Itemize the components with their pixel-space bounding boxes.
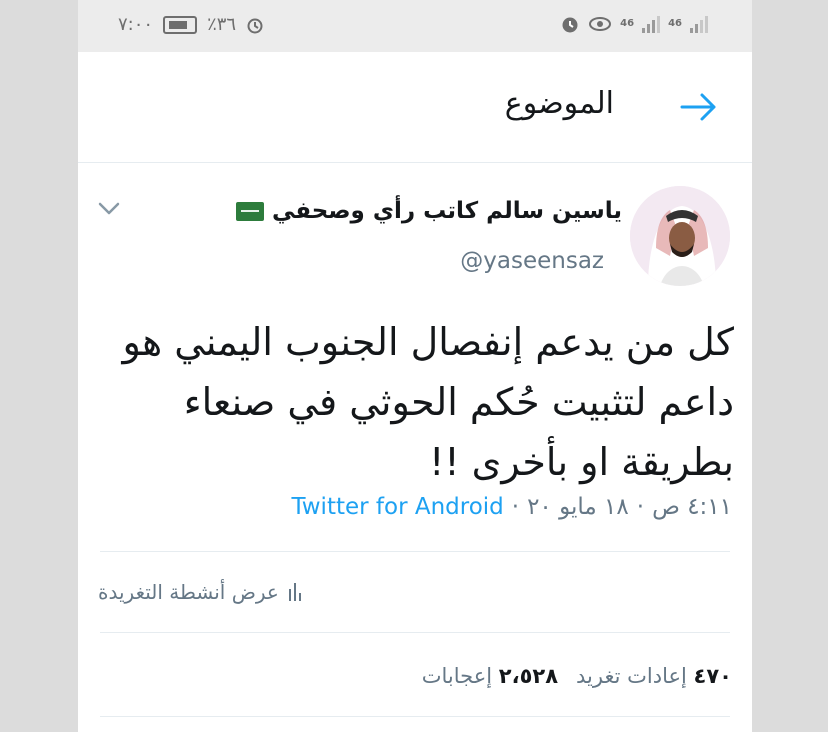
back-arrow-icon[interactable] — [680, 92, 718, 122]
tweet-stats: ٤٧٠ إعادات تغريد ٢،٥٢٨ إعجابات — [422, 664, 732, 688]
eye-icon — [589, 17, 612, 31]
status-right: 46 46 — [560, 14, 708, 34]
signal-icon-2 — [690, 15, 708, 33]
tweet-text: كل من يدعم إنفصال الجنوب اليمني هو داعم … — [114, 312, 734, 492]
author-handle[interactable]: @yaseensaz — [460, 248, 604, 274]
saudi-flag-icon — [235, 201, 264, 221]
top-bar: الموضوع — [78, 52, 752, 163]
analytics-icon — [288, 583, 301, 601]
battery-icon — [163, 15, 198, 34]
network-type-2: 46 — [668, 18, 682, 29]
meta-separator: · — [511, 494, 520, 520]
avatar-image — [630, 186, 730, 286]
view-activity-button[interactable]: عرض أنشطة التغريدة — [98, 580, 301, 604]
author-name[interactable]: ياسين سالم كاتب رأي وصحفي — [235, 198, 622, 224]
status-left: ٧:٠٠ ٪٣٦ — [118, 14, 264, 35]
divider — [100, 716, 730, 717]
signal-icon-1 — [642, 15, 661, 33]
chevron-down-icon[interactable] — [98, 202, 120, 216]
tweet-source-link[interactable]: Twitter for Android — [292, 494, 504, 520]
retweets-stat[interactable]: ٤٧٠ إعادات تغريد — [576, 664, 732, 688]
likes-count: ٢،٥٢٨ — [498, 664, 559, 688]
tweet-line: داعم لتثبيت حُكم الحوثي في صنعاء — [183, 380, 734, 424]
meta-separator: · — [636, 494, 645, 520]
phone-screen: ٧:٠٠ ٪٣٦ 46 46 الموضوع ياسين سالم كاتب ر… — [78, 0, 752, 732]
network-type-1: 46 — [620, 18, 635, 29]
tweet-line: كل من يدعم إنفصال الجنوب اليمني هو — [122, 320, 734, 364]
author-name-text: ياسين سالم كاتب رأي وصحفي — [271, 198, 622, 224]
likes-label: إعجابات — [421, 664, 493, 688]
retweets-count: ٤٧٠ — [693, 664, 732, 688]
retweets-label: إعادات تغريد — [576, 664, 687, 688]
tweet-meta: ٤:١١ ص · ١٨ مايو ٢٠ · Twitter for Androi… — [292, 494, 733, 520]
tweet-line: بطريقة او بأخرى !! — [429, 440, 734, 484]
alarm-filled-icon — [562, 17, 578, 33]
avatar[interactable] — [630, 186, 730, 286]
tweet-date: ١٨ مايو ٢٠ — [527, 494, 629, 520]
tweet-time: ٤:١١ ص — [652, 494, 732, 520]
likes-stat[interactable]: ٢،٥٢٨ إعجابات — [422, 664, 558, 688]
activity-label: عرض أنشطة التغريدة — [98, 580, 279, 604]
page-title: الموضوع — [504, 86, 614, 121]
status-bar: ٧:٠٠ ٪٣٦ 46 46 — [78, 0, 752, 52]
battery-percent: ٪٣٦ — [207, 14, 237, 35]
status-time: ٧:٠٠ — [118, 14, 154, 35]
divider — [100, 551, 730, 552]
divider — [100, 632, 730, 633]
alarm-icon — [247, 18, 263, 33]
